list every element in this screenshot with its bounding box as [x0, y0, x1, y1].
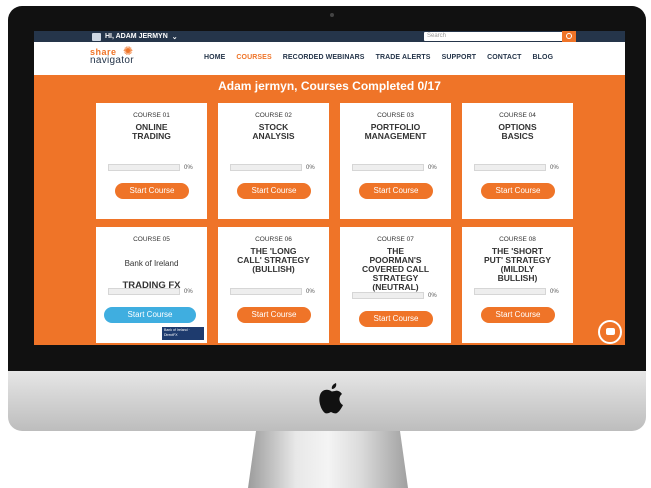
nav-trade-alerts[interactable]: TRADE ALERTS — [376, 54, 431, 61]
chevron-down-icon: ⌄ — [171, 33, 178, 41]
camera-dot — [330, 13, 334, 17]
course-card: COURSE 01 ONLINE TRADING 0% Start Course — [96, 103, 207, 219]
course-title: THE 'LONG CALL' STRATEGY (BULLISH) — [237, 246, 310, 274]
start-course-button[interactable]: Start Course — [237, 307, 311, 323]
course-number: COURSE 02 — [255, 112, 292, 119]
course-number: COURSE 04 — [499, 112, 536, 119]
course-number: COURSE 06 — [255, 236, 292, 243]
course-number: COURSE 01 — [133, 112, 170, 119]
imac-mockup: HI, ADAM JERMYN ⌄ Search share navigator… — [0, 0, 651, 488]
course-card: COURSE 03 PORTFOLIO MANAGEMENT 0% Start … — [340, 103, 451, 219]
start-course-button[interactable]: Start Course — [481, 183, 555, 199]
course-number: COURSE 07 — [377, 236, 414, 243]
course-title: STOCK ANALYSIS — [252, 122, 295, 141]
course-title: THE 'SHORT PUT' STRATEGY (MILDLY BULLISH… — [483, 246, 552, 283]
course-card: COURSE 02 STOCK ANALYSIS 0% Start Course — [218, 103, 329, 219]
start-course-button[interactable]: Start Course — [359, 183, 433, 199]
nav-blog[interactable]: BLOG — [533, 54, 554, 61]
progress-bar — [230, 288, 302, 295]
progress-bar — [352, 292, 424, 299]
user-greeting: HI, ADAM JERMYN — [105, 33, 168, 40]
avatar — [92, 32, 101, 41]
page-title: Adam jermyn, Courses Completed 0/17 — [218, 79, 441, 93]
progress-bar — [474, 164, 546, 171]
course-title: ONLINE TRADING — [132, 122, 171, 141]
course-card: COURSE 04 OPTIONS BASICS 0% Start Course — [462, 103, 573, 219]
progress-bar — [230, 164, 302, 171]
search-input[interactable]: Search — [424, 32, 574, 41]
sponsor-badge[interactable]: Bank of Ireland · DirectFX — [162, 327, 204, 340]
course-grid: COURSE 01 ONLINE TRADING 0% Start Course… — [96, 103, 573, 343]
start-course-button[interactable]: Start Course — [481, 307, 555, 323]
nav-courses[interactable]: COURSES — [236, 54, 271, 61]
progress-percent: 0% — [550, 165, 559, 171]
progress-bar — [474, 288, 546, 295]
course-title: THE POORMAN'S COVERED CALL STRATEGY (NEU… — [361, 246, 430, 292]
course-title: PORTFOLIO MANAGEMENT — [364, 122, 427, 141]
course-card: COURSE 05 Bank of Ireland TRADING FX 0% … — [96, 227, 207, 343]
nav-home[interactable]: HOME — [204, 54, 225, 61]
nav-recorded-webinars[interactable]: RECORDED WEBINARS — [283, 54, 365, 61]
course-title: OPTIONS BASICS — [498, 122, 537, 141]
start-course-button[interactable]: Start Course — [237, 183, 311, 199]
progress-percent: 0% — [184, 165, 193, 171]
monitor-stand — [248, 431, 408, 488]
progress-percent: 0% — [306, 289, 315, 295]
main-nav: HOME COURSES RECORDED WEBINARS TRADE ALE… — [204, 54, 553, 61]
apple-logo-icon — [319, 383, 343, 414]
course-card: COURSE 07 THE POORMAN'S COVERED CALL STR… — [340, 227, 451, 343]
nav-contact[interactable]: CONTACT — [487, 54, 521, 61]
progress-bar — [108, 164, 180, 171]
start-course-button[interactable]: Start Course — [115, 183, 189, 199]
course-card: COURSE 06 THE 'LONG CALL' STRATEGY (BULL… — [218, 227, 329, 343]
progress-percent: 0% — [428, 165, 437, 171]
top-bar: HI, ADAM JERMYN ⌄ Search — [34, 31, 625, 42]
progress-bar — [108, 288, 180, 295]
progress-percent: 0% — [306, 165, 315, 171]
chat-bubble-icon[interactable] — [598, 320, 622, 344]
progress-percent: 0% — [428, 293, 437, 299]
progress-bar — [352, 164, 424, 171]
start-course-button[interactable]: Start Course — [359, 311, 433, 327]
course-number: COURSE 05 — [133, 236, 170, 243]
navbar: share navigator ✺ HOME COURSES RECORDED … — [34, 42, 625, 75]
course-number: COURSE 03 — [377, 112, 414, 119]
screen: HI, ADAM JERMYN ⌄ Search share navigator… — [34, 31, 625, 345]
start-course-button[interactable]: Start Course — [104, 307, 196, 323]
course-number: COURSE 08 — [499, 236, 536, 243]
progress-percent: 0% — [550, 289, 559, 295]
logo[interactable]: share navigator ✺ — [90, 44, 160, 71]
user-menu[interactable]: HI, ADAM JERMYN ⌄ — [92, 31, 178, 42]
progress-percent: 0% — [184, 289, 193, 295]
nav-support[interactable]: SUPPORT — [442, 54, 477, 61]
sunburst-icon: ✺ — [123, 44, 134, 58]
search-icon[interactable] — [562, 31, 576, 42]
course-title-line1: Bank of Ireland — [124, 259, 179, 268]
course-card: COURSE 08 THE 'SHORT PUT' STRATEGY (MILD… — [462, 227, 573, 343]
